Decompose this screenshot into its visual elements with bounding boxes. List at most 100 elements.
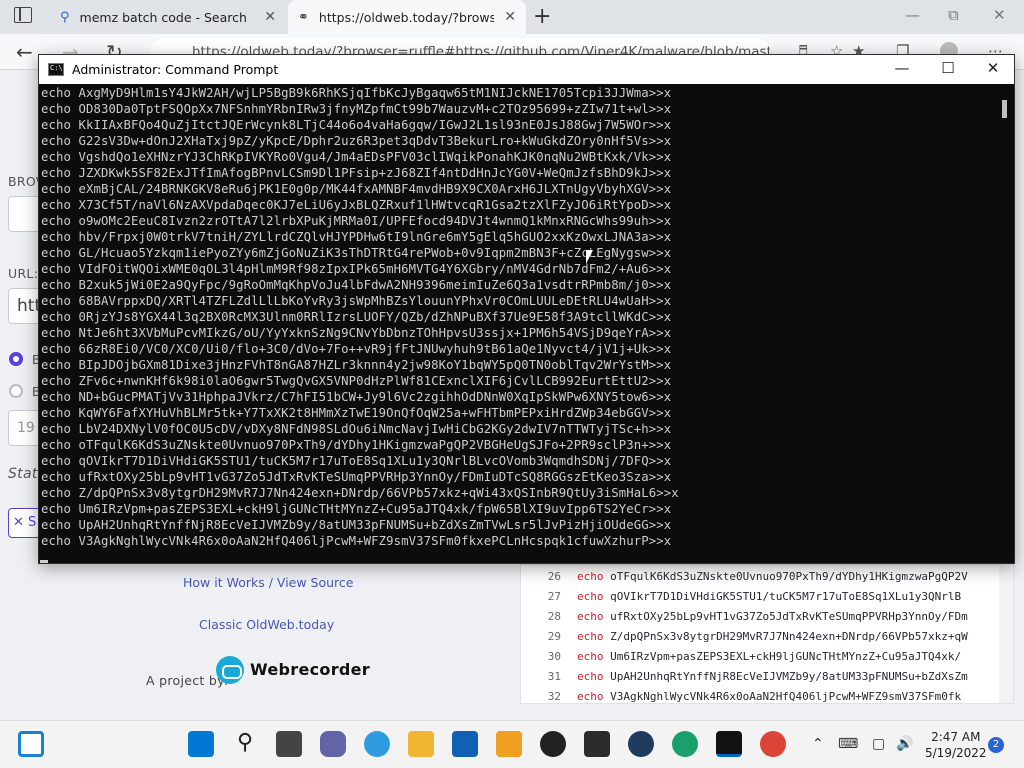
webrecorder-logo[interactable] xyxy=(216,656,244,684)
browser-tab-strip: ⚲ memz batch code - Search ✕ ⚭ https://o… xyxy=(0,0,1024,34)
cmd-output-line: echo GL/Hcuao5Yzkqm1iePyoZYy6mZjGoNuZiK3… xyxy=(41,246,672,260)
cmd-output-line: echo hbv/Frpxj0W0trkV7tniH/ZYLlrdCZQlvHJ… xyxy=(41,230,672,244)
close-icon[interactable]: ✕ xyxy=(970,55,1016,84)
cmd-output-line: echo ND+bGucPMATjVv31HphpaJVkrz/C7hFI51b… xyxy=(41,390,672,404)
tab-actions-icon[interactable] xyxy=(14,7,32,23)
file-explorer-icon[interactable] xyxy=(408,731,434,757)
code-keyword: echo xyxy=(577,610,604,623)
cmd-output-line: echo V3AgkNghlWycVNk4R6x0oAaN2HfQ406ljPc… xyxy=(41,534,672,548)
cmd-output-line: echo NtJe6ht3XVbMuPcvMIkzG/oU/YyYxknSzNg… xyxy=(41,326,672,340)
code-keyword: echo xyxy=(577,630,604,643)
obs-icon[interactable] xyxy=(540,731,566,757)
url-label: URL: xyxy=(8,266,39,281)
new-tab-icon[interactable]: + xyxy=(533,4,551,29)
line-number: 27 xyxy=(547,590,561,603)
time: 2:47 AM xyxy=(931,730,981,744)
code-text: Z/dpQPnSx3v8ytgrDH29MvR7J7Nn424exn+DNrdp… xyxy=(610,630,968,643)
code-scrollbar[interactable] xyxy=(999,565,1013,703)
code-text: ufRxtOXy25bLp9vHT1vG37Zo5JdTxRvKTeSUmqPP… xyxy=(610,610,968,623)
cmd-output-line: echo X73Cf5T/naVl6NzAXVpdaDqec0KJ7eLiU6y… xyxy=(41,198,672,212)
minimize-browser-icon[interactable]: — xyxy=(905,6,920,24)
chrome-icon[interactable] xyxy=(760,731,786,757)
line-number: 30 xyxy=(547,650,561,663)
cmd-output-line: echo 0RjzYJs8YGX44l3q2BX0RcMX3Ulnm0RRlIz… xyxy=(41,310,672,324)
cmd-app-icon xyxy=(48,63,64,76)
code-line: 27 echo qOVIkrT7D1DiVHdiGK5STU1/tuCK5M7r1… xyxy=(521,587,1013,607)
scrollbar-thumb[interactable] xyxy=(1002,100,1007,118)
internet-explorer-icon[interactable] xyxy=(364,731,390,757)
edge-icon[interactable] xyxy=(672,731,698,757)
code-panel: 26 echo oTFqulK6KdS3uZNskte0Uvnuo970PxTh9… xyxy=(520,564,1014,704)
cmd-title-bar[interactable]: Administrator: Command Prompt — ☐ ✕ xyxy=(39,55,1014,84)
chevron-up-icon[interactable]: ⌃ xyxy=(812,731,828,757)
cmd-output-line: echo VgshdQo1eXHNzrYJ3ChRKpIVKYRo0Vgu4/J… xyxy=(41,150,672,164)
cmd-output-line: echo LbV24DXNylV0fOC0U5cDV/vDXy8NFdN98SL… xyxy=(41,422,672,436)
code-keyword: echo xyxy=(577,690,604,703)
webrecorder-name[interactable]: Webrecorder xyxy=(250,660,370,679)
cmd-output-line: echo 66zR8Ei0/VC0/XC0/Ui0/flo+3C0/dVo+7F… xyxy=(41,342,672,356)
tab-search[interactable]: ⚲ memz batch code - Search ✕ xyxy=(50,0,286,34)
code-keyword: echo xyxy=(577,650,604,663)
code-text: UpAH2UnhqRtYnffNjR8EcVeIJVMZb9y/8atUM33p… xyxy=(610,670,968,683)
cmd-output-line: echo 68BAVrppxDQ/XRTl4TZFLZdlLlLbKoYvRy3… xyxy=(41,294,672,308)
cmd-output-line: echo BIpJDOjbGXm81Dixe3jHnzFVhT8nGA87HZL… xyxy=(41,358,672,372)
store-icon[interactable] xyxy=(452,731,478,757)
code-text: V3AgkNghlWycVNk4R6x0oAaN2HfQ406ljPcwM+WF… xyxy=(610,690,962,703)
tab-title: memz batch code - Search xyxy=(79,9,247,25)
search-icon[interactable]: ⚲ xyxy=(232,731,258,757)
code-keyword: echo xyxy=(577,570,604,583)
taskbar: ⚲ ⌃ ⌨ ▢ 🔊 2:47 AM 5/19/2022 2 xyxy=(0,720,1024,768)
back-icon[interactable]: ← xyxy=(16,40,33,64)
code-line: 28 echo ufRxtOXy25bLp9vHT1vG37Zo5JdTxRvKT… xyxy=(521,607,1013,627)
cmd-output-line: echo UpAH2UnhqRtYnffNjR8EcVeIJVMZb9y/8at… xyxy=(41,518,672,532)
mouse-pointer-icon xyxy=(586,250,600,264)
line-number: 32 xyxy=(547,690,561,703)
cmd-output-line: echo o9wOMc2EeuC8Ivzn2zrOTtA7l2lrbXPuKjM… xyxy=(41,214,672,228)
tab-oldweb[interactable]: ⚭ https://oldweb.today/?browser= ✕ xyxy=(288,0,526,34)
line-number: 31 xyxy=(547,670,561,683)
app-icon[interactable] xyxy=(628,731,654,757)
radio-option-a[interactable] xyxy=(9,352,23,366)
terminal-icon[interactable] xyxy=(584,731,610,757)
widgets-icon[interactable] xyxy=(18,731,44,757)
cmd-output-line: echo KqWY6FafXYHuVhBLMr5tk+Y7TxXK2t8HMmX… xyxy=(41,406,672,420)
cmd-output-line: echo qOVIkrT7D1DiVHdiGK5STU1/tuCK5M7r17u… xyxy=(41,454,672,468)
cmd-output-line: echo OD830Da0TptFSQOpXx7NFSnhmYRbnIRw3jf… xyxy=(41,102,672,116)
volume-icon[interactable]: 🔊 xyxy=(896,731,914,757)
cmd-output-line: echo KkIIAxBFQo4QuZjItctJQErWcynk8LTjC44… xyxy=(41,118,672,132)
keyboard-icon[interactable]: ⌨ xyxy=(838,731,858,757)
minimize-icon[interactable]: — xyxy=(879,55,925,84)
code-line: 26 echo oTFqulK6KdS3uZNskte0Uvnuo970PxTh9… xyxy=(521,567,1013,587)
line-number: 29 xyxy=(547,630,561,643)
code-line: 32 echo V3AgkNghlWycVNk4R6x0oAaN2HfQ406lj… xyxy=(521,687,1013,703)
close-browser-icon[interactable]: ✕ xyxy=(993,6,1006,24)
cmd-taskbar-icon[interactable] xyxy=(716,731,742,757)
task-view-icon[interactable] xyxy=(276,731,302,757)
code-keyword: echo xyxy=(577,590,604,603)
restore-browser-icon[interactable]: ⧉ xyxy=(948,6,959,24)
code-line: 30 echo Um6IRzVpm+pasZEPS3EXL+ckH9ljGUNcT… xyxy=(521,647,1013,667)
cmd-console-output[interactable]: echo AxgMyD9Hlm1sY4JkW2AH/wjLP5BgB9k6RhK… xyxy=(39,84,997,563)
notification-badge[interactable]: 2 xyxy=(988,737,1004,753)
search-icon: ⚲ xyxy=(60,9,70,25)
code-line: 29 echo Z/dpQPnSx3v8ytgrDH29MvR7J7Nn424ex… xyxy=(521,627,1013,647)
how-it-works-link[interactable]: How it Works / View Source xyxy=(183,575,353,590)
chat-icon[interactable] xyxy=(320,731,346,757)
network-icon[interactable]: ▢ xyxy=(872,731,890,757)
clock[interactable]: 2:47 AM 5/19/2022 xyxy=(925,729,987,761)
line-number: 26 xyxy=(547,570,561,583)
line-number: 28 xyxy=(547,610,561,623)
close-icon: ✕ xyxy=(13,515,29,530)
cmd-output-line: echo ZFv6c+nwnKHf6k98i0laO6gwr5TwgQvGX5V… xyxy=(41,374,672,388)
cmd-scrollbar[interactable] xyxy=(997,84,1014,563)
oldweb-icon: ⚭ xyxy=(298,9,309,25)
start-icon[interactable] xyxy=(188,731,214,757)
cmd-output-line: echo G22sV3Dw+dOnJ2XHaTxj9pZ/yKpcE/Dphr2… xyxy=(41,134,672,148)
revo-icon[interactable] xyxy=(496,731,522,757)
close-tab-icon[interactable]: ✕ xyxy=(504,9,516,25)
code-line: 31 echo UpAH2UnhqRtYnffNjR8EcVeIJVMZb9y/8… xyxy=(521,667,1013,687)
radio-option-b[interactable] xyxy=(9,384,23,398)
maximize-icon[interactable]: ☐ xyxy=(925,55,971,84)
close-tab-icon[interactable]: ✕ xyxy=(264,9,276,25)
classic-oldweb-link[interactable]: Classic OldWeb.today xyxy=(199,617,334,632)
